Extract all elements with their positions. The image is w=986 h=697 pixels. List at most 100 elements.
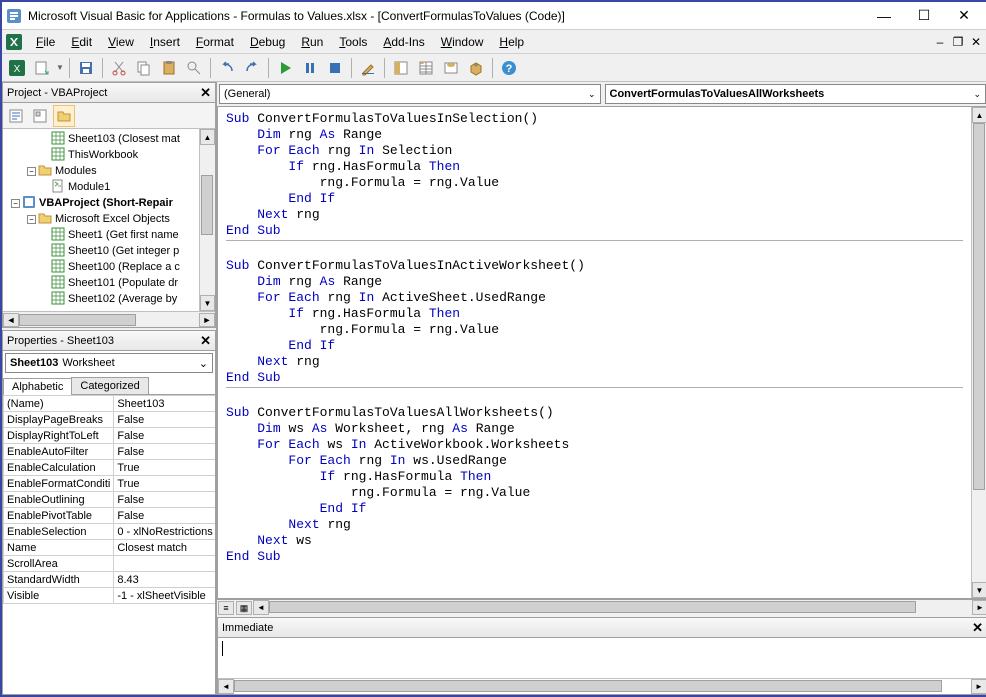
tree-item[interactable]: Sheet103 (Closest mat (3, 131, 199, 147)
menu-add-ins[interactable]: Add-Ins (375, 33, 432, 51)
menu-window[interactable]: Window (433, 33, 492, 51)
tree-item[interactable]: ThisWorkbook (3, 147, 199, 163)
property-value[interactable]: Sheet103 (114, 396, 215, 412)
maximize-button[interactable]: ☐ (904, 4, 944, 28)
scroll-left-button[interactable]: ◄ (3, 313, 19, 327)
scroll-left-button[interactable]: ◄ (253, 600, 269, 615)
code-editor[interactable]: Sub ConvertFormulasToValuesInSelection()… (218, 107, 971, 598)
excel-icon[interactable] (6, 34, 22, 50)
project-tree[interactable]: Sheet103 (Closest matThisWorkbook−Module… (3, 129, 199, 311)
view-excel-button[interactable]: X (6, 57, 28, 79)
scroll-right-button[interactable]: ► (199, 313, 215, 327)
procedure-combo[interactable]: ConvertFormulasToValuesAllWorksheets ⌄ (605, 84, 986, 104)
insert-dropdown[interactable] (31, 57, 53, 79)
scroll-up-button[interactable]: ▲ (972, 107, 986, 123)
scroll-down-button[interactable]: ▼ (200, 295, 215, 311)
property-row[interactable]: StandardWidth8.43 (4, 572, 216, 588)
cut-button[interactable] (108, 57, 130, 79)
property-row[interactable]: EnableCalculationTrue (4, 460, 216, 476)
property-value[interactable]: -1 - xlSheetVisible (114, 588, 215, 604)
property-row[interactable]: EnableFormatConditiTrue (4, 476, 216, 492)
dropdown-arrow-icon[interactable]: ▼ (56, 63, 64, 72)
save-button[interactable] (75, 57, 97, 79)
property-row[interactable]: EnableSelection0 - xlNoRestrictions (4, 524, 216, 540)
view-object-button[interactable] (29, 105, 51, 127)
object-combo[interactable]: (General) ⌄ (219, 84, 601, 104)
property-row[interactable]: EnableAutoFilterFalse (4, 444, 216, 460)
reset-button[interactable] (324, 57, 346, 79)
immediate-input[interactable] (218, 638, 986, 678)
scroll-up-button[interactable]: ▲ (200, 129, 215, 145)
tree-item[interactable]: Sheet10 (Get integer p (3, 243, 199, 259)
code-vscrollbar[interactable]: ▲ ▼ (971, 107, 986, 598)
tree-item[interactable]: Sheet1 (Get first name (3, 227, 199, 243)
menu-debug[interactable]: Debug (242, 33, 293, 51)
properties-grid[interactable]: (Name)Sheet103DisplayPageBreaksFalseDisp… (3, 395, 215, 694)
project-panel-header[interactable]: Project - VBAProject ✕ (3, 83, 215, 103)
find-button[interactable] (183, 57, 205, 79)
object-browser-button[interactable] (440, 57, 462, 79)
immediate-hscrollbar[interactable]: ◄ ► (218, 678, 986, 694)
property-row[interactable]: ScrollArea (4, 556, 216, 572)
help-button[interactable]: ? (498, 57, 520, 79)
prop-tab-alphabetic[interactable]: Alphabetic (3, 378, 72, 395)
doc-minimize-button[interactable]: – (932, 34, 948, 50)
property-value[interactable]: False (114, 428, 215, 444)
view-code-button[interactable] (5, 105, 27, 127)
properties-window-button[interactable] (415, 57, 437, 79)
doc-close-button[interactable]: ✕ (968, 34, 984, 50)
property-value[interactable]: 8.43 (114, 572, 215, 588)
menu-edit[interactable]: Edit (63, 33, 100, 51)
tree-item[interactable]: Sheet101 (Populate dr (3, 275, 199, 291)
design-mode-button[interactable] (357, 57, 379, 79)
immediate-panel-header[interactable]: Immediate ✕ (218, 618, 986, 638)
project-hscrollbar[interactable]: ◄ ► (3, 311, 215, 327)
project-close-button[interactable]: ✕ (200, 85, 211, 101)
properties-panel-header[interactable]: Properties - Sheet103 ✕ (3, 331, 215, 351)
tree-item[interactable]: −VBAProject (Short-Repair (3, 195, 199, 211)
break-button[interactable] (299, 57, 321, 79)
property-row[interactable]: (Name)Sheet103 (4, 396, 216, 412)
redo-button[interactable] (241, 57, 263, 79)
property-value[interactable]: False (114, 412, 215, 428)
copy-button[interactable] (133, 57, 155, 79)
properties-close-button[interactable]: ✕ (200, 333, 211, 349)
run-button[interactable] (274, 57, 296, 79)
menu-view[interactable]: View (100, 33, 142, 51)
scroll-right-button[interactable]: ► (972, 600, 986, 615)
property-row[interactable]: DisplayPageBreaksFalse (4, 412, 216, 428)
tree-item[interactable]: −Microsoft Excel Objects (3, 211, 199, 227)
property-row[interactable]: EnablePivotTableFalse (4, 508, 216, 524)
property-value[interactable]: False (114, 492, 215, 508)
undo-button[interactable] (216, 57, 238, 79)
property-value[interactable] (114, 556, 215, 572)
menu-run[interactable]: Run (293, 33, 331, 51)
property-value[interactable]: True (114, 476, 215, 492)
menu-tools[interactable]: Tools (331, 33, 375, 51)
full-module-view-button[interactable]: ▦ (236, 601, 252, 615)
tree-item[interactable]: Module1 (3, 179, 199, 195)
minimize-button[interactable]: — (864, 4, 904, 28)
close-button[interactable]: ✕ (944, 4, 984, 28)
menu-help[interactable]: Help (491, 33, 532, 51)
properties-object-select[interactable]: Sheet103 Worksheet ⌄ (5, 353, 213, 373)
menu-file[interactable]: File (28, 33, 63, 51)
project-explorer-button[interactable] (390, 57, 412, 79)
property-row[interactable]: Visible-1 - xlSheetVisible (4, 588, 216, 604)
project-vscrollbar[interactable]: ▲ ▼ (199, 129, 215, 311)
toolbox-button[interactable] (465, 57, 487, 79)
tree-item[interactable]: Sheet102 (Average by (3, 291, 199, 307)
prop-tab-categorized[interactable]: Categorized (71, 377, 148, 394)
property-row[interactable]: EnableOutliningFalse (4, 492, 216, 508)
property-value[interactable]: 0 - xlNoRestrictions (114, 524, 215, 540)
paste-button[interactable] (158, 57, 180, 79)
scroll-left-button[interactable]: ◄ (218, 679, 234, 694)
property-row[interactable]: NameClosest match (4, 540, 216, 556)
scroll-down-button[interactable]: ▼ (972, 582, 986, 598)
procedure-view-button[interactable]: ≡ (218, 601, 234, 615)
menu-insert[interactable]: Insert (142, 33, 188, 51)
toggle-folders-button[interactable] (53, 105, 75, 127)
property-value[interactable]: True (114, 460, 215, 476)
scroll-right-button[interactable]: ► (971, 679, 986, 694)
property-row[interactable]: DisplayRightToLeftFalse (4, 428, 216, 444)
